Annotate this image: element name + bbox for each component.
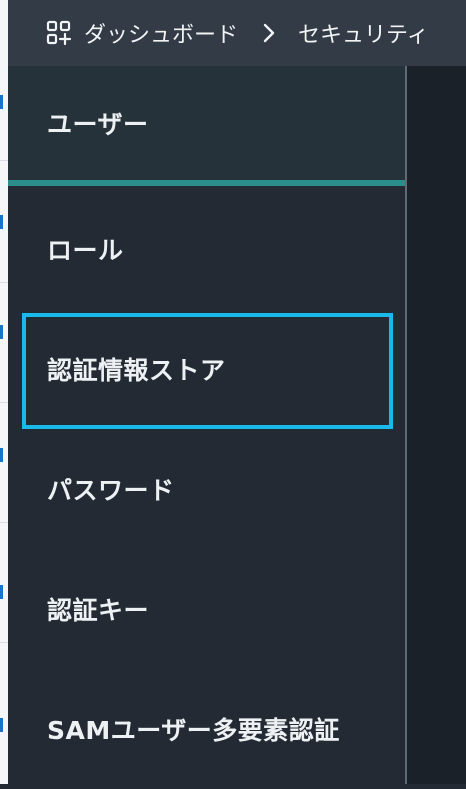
sidebar-item-sam-user-mfa[interactable]: SAMユーザー多要素認証 bbox=[8, 669, 405, 789]
background-divider bbox=[0, 402, 8, 403]
sidebar-item-label: パスワード bbox=[47, 476, 175, 505]
background-page-edge bbox=[0, 0, 8, 784]
content-area bbox=[407, 66, 466, 784]
background-divider bbox=[0, 282, 8, 283]
side-navigation: ユーザー ロール 認証情報ストア パスワード 認証キー SAMユーザー多要素認証 bbox=[8, 66, 405, 784]
background-divider bbox=[0, 522, 8, 523]
sidebar-item-label: SAMユーザー多要素認証 bbox=[47, 716, 340, 745]
background-link-mark bbox=[0, 718, 3, 732]
background-link-mark bbox=[0, 448, 3, 462]
sidebar-item-label: ユーザー bbox=[47, 110, 149, 139]
sidebar-item-users[interactable]: ユーザー bbox=[8, 66, 405, 186]
background-divider bbox=[0, 160, 8, 161]
sidebar-item-label: ロール bbox=[47, 236, 124, 265]
background-link-mark bbox=[0, 215, 3, 229]
sidebar-item-passwords[interactable]: パスワード bbox=[8, 429, 405, 549]
sidebar-item-label: 認証情報ストア bbox=[47, 356, 226, 385]
breadcrumb-item-dashboard[interactable]: ダッシュボード bbox=[84, 17, 238, 49]
sidebar-item-credential-store[interactable]: 認証情報ストア bbox=[8, 309, 405, 429]
sidebar-item-label: 認証キー bbox=[47, 596, 150, 625]
background-divider bbox=[0, 642, 8, 643]
sidebar-item-auth-keys[interactable]: 認証キー bbox=[8, 549, 405, 669]
background-link-mark bbox=[0, 325, 3, 339]
breadcrumb-item-security[interactable]: セキュリティ bbox=[298, 17, 429, 49]
background-link-mark bbox=[0, 95, 3, 109]
dashboard-icon bbox=[46, 20, 72, 46]
sidebar-item-roles[interactable]: ロール bbox=[8, 189, 405, 309]
chevron-right-icon bbox=[263, 23, 275, 43]
breadcrumb: ダッシュボード セキュリティ bbox=[8, 0, 466, 66]
background-link-mark bbox=[0, 585, 3, 599]
